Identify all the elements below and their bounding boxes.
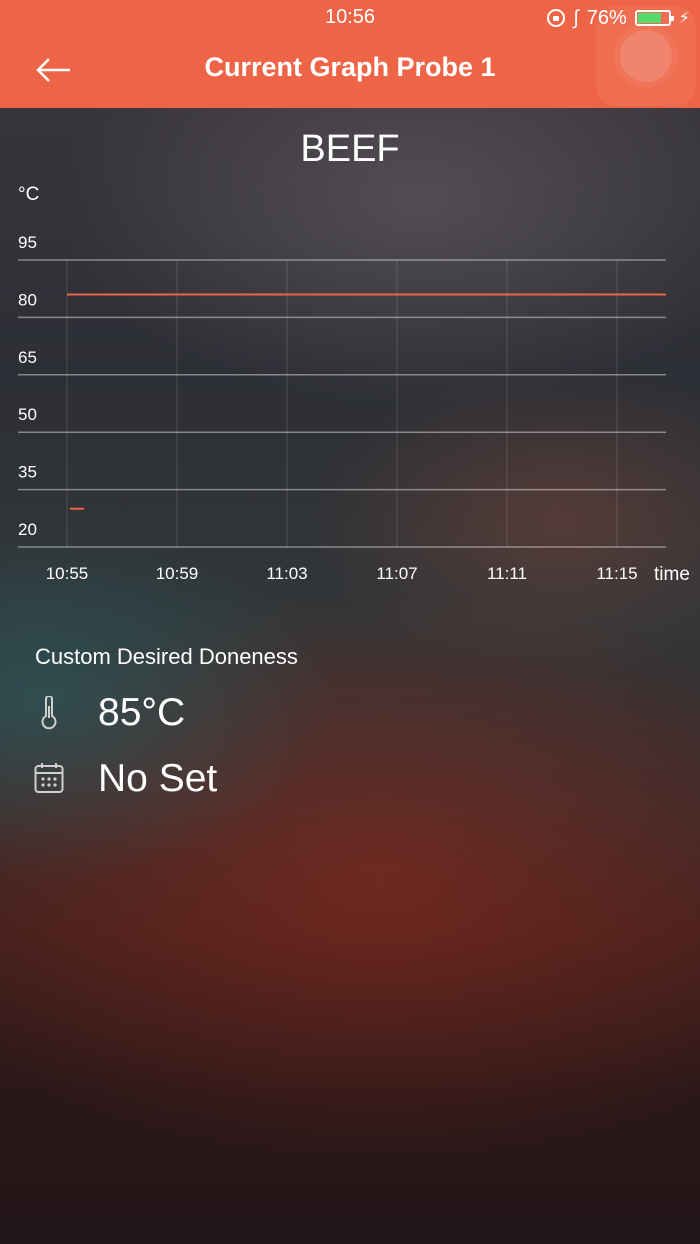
temperature-chart: °C time 20 35 50 65 80 95 10:55 10:59 11:03 11:07… bbox=[18, 184, 690, 585]
timer-value: No Set bbox=[98, 757, 218, 800]
orientation-lock-icon bbox=[547, 9, 566, 27]
x-axis-label: time bbox=[654, 564, 690, 585]
target-temperature: 85°C bbox=[98, 691, 186, 734]
y-axis-unit: °C bbox=[18, 184, 39, 205]
bluetooth-icon: ∫ bbox=[573, 7, 579, 29]
y-tick-label: 65 bbox=[18, 348, 37, 367]
x-tick-label: 11:15 bbox=[596, 564, 637, 583]
doneness-label: Custom Desired Doneness bbox=[35, 644, 298, 669]
calendar-icon bbox=[34, 763, 64, 793]
x-tick-label: 11:03 bbox=[266, 564, 307, 583]
target-temperature-row: 85°C bbox=[34, 691, 185, 734]
x-tick-label: 10:59 bbox=[156, 564, 199, 583]
thermometer-icon bbox=[41, 696, 57, 730]
header-bar: 10:56 ∫ 76% ⚡ Current Graph Probe 1 bbox=[0, 0, 700, 108]
x-tick-label: 11:11 bbox=[487, 564, 527, 583]
y-tick-label: 50 bbox=[18, 405, 37, 424]
x-tick-label: 10:55 bbox=[46, 564, 89, 583]
timer-row: No Set bbox=[34, 757, 217, 800]
chart-title: BEEF bbox=[300, 128, 400, 170]
assistive-touch-dot bbox=[620, 30, 672, 82]
y-tick-label: 95 bbox=[18, 233, 37, 252]
y-tick-label: 20 bbox=[18, 520, 37, 539]
y-tick-label: 80 bbox=[18, 290, 37, 309]
page-title: Current Graph Probe 1 bbox=[204, 52, 496, 82]
x-tick-label: 11:07 bbox=[376, 564, 417, 583]
y-tick-label: 35 bbox=[18, 463, 37, 482]
assistive-touch-button[interactable] bbox=[596, 6, 696, 106]
